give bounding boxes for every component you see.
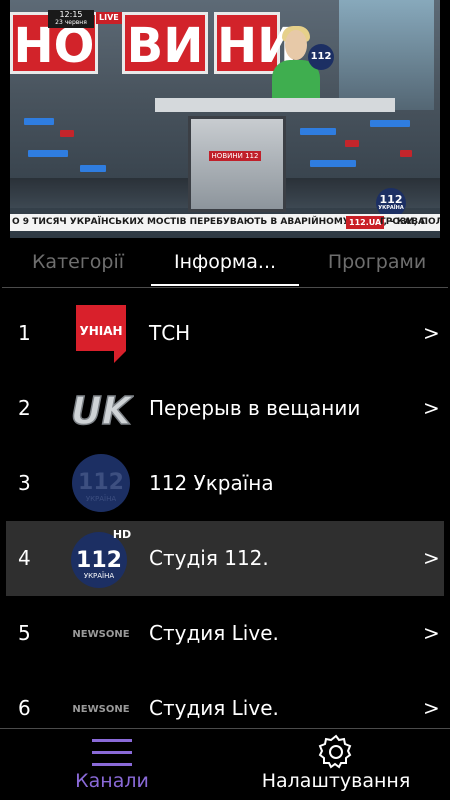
logo-number: 112 bbox=[78, 470, 124, 495]
uk-logo: UK bbox=[68, 376, 134, 440]
channel-list: 1 УНІАН ТСН > 2 UK Перерыв в вещании > 3… bbox=[0, 296, 450, 726]
tab-information[interactable]: Інформа... bbox=[151, 238, 299, 286]
newsone-logo-text: NEWSONE bbox=[72, 629, 129, 640]
unian-logo-text: УНІАН bbox=[79, 324, 122, 338]
channel-name: Студія 112. bbox=[149, 546, 269, 570]
category-tabs: Категорії Інформа... Програми bbox=[0, 238, 450, 288]
clock-date: 23 червня bbox=[55, 19, 87, 26]
chevron-right-icon[interactable]: > bbox=[423, 296, 440, 371]
gear-icon bbox=[316, 733, 356, 771]
ticker-source: 112.UA bbox=[346, 216, 385, 229]
led-light bbox=[400, 150, 412, 157]
led-light bbox=[60, 130, 74, 137]
channel-number: 6 bbox=[18, 696, 31, 720]
channel-number: 1 bbox=[18, 321, 31, 345]
tab-programs[interactable]: Програми bbox=[312, 238, 442, 286]
news-ticker: О 9 ТИСЯЧ УКРАЇНСЬКИХ МОСТІВ ПЕРЕБУВАЮТЬ… bbox=[10, 214, 440, 231]
112-ukraina-logo: 112 УКРАЇНА bbox=[68, 451, 134, 515]
wall-sign-segment: ВИ bbox=[122, 12, 208, 74]
channel-number: 4 bbox=[18, 546, 31, 570]
led-light bbox=[370, 120, 410, 127]
logo-sub: УКРАЇНА bbox=[84, 571, 115, 580]
active-tab-indicator bbox=[151, 284, 299, 286]
channel-name: Студия Live. bbox=[149, 621, 279, 645]
hamburger-menu-icon bbox=[92, 738, 132, 768]
channel-name: ТСН bbox=[149, 321, 191, 345]
channel-number: 5 bbox=[18, 621, 31, 645]
channel-number: 2 bbox=[18, 396, 31, 420]
broadcast-clock: 12:15 23 червня bbox=[48, 10, 94, 28]
tab-categories[interactable]: Категорії bbox=[18, 238, 138, 286]
studio-112-logo: 112 bbox=[308, 44, 334, 70]
logo-number: 112 bbox=[76, 548, 122, 573]
nav-settings-label: Налаштування bbox=[261, 770, 411, 792]
channel-name: Перерыв в вещании bbox=[149, 396, 361, 420]
corner-logo-sub: УКРАЇНА bbox=[378, 205, 404, 211]
led-light bbox=[300, 128, 336, 135]
112-hd-logo: 112 УКРАЇНА HD bbox=[68, 526, 134, 590]
channel-row[interactable]: 2 UK Перерыв в вещании > bbox=[6, 371, 444, 446]
chevron-right-icon[interactable]: > bbox=[423, 371, 440, 446]
chevron-right-icon[interactable]: > bbox=[423, 671, 440, 746]
channel-row-selected[interactable]: 4 112 УКРАЇНА HD Студія 112. > bbox=[6, 521, 444, 596]
desk-screen: НОВИНИ 112 bbox=[188, 116, 286, 212]
nav-channels-label: Канали bbox=[75, 770, 149, 792]
tabs-divider bbox=[2, 287, 448, 288]
led-light bbox=[28, 150, 68, 157]
channel-row[interactable]: 3 112 УКРАЇНА 112 Україна bbox=[6, 446, 444, 521]
channel-number: 3 bbox=[18, 471, 31, 495]
led-light bbox=[24, 118, 54, 125]
ticker-next: ГРОЗИ, ПОЛ bbox=[380, 217, 440, 227]
unian-logo: УНІАН bbox=[68, 301, 134, 365]
news-desk bbox=[155, 98, 395, 112]
live-badge: LIVE bbox=[96, 12, 122, 24]
studio-monitors bbox=[339, 0, 434, 110]
newsone-logo-text: NEWSONE bbox=[72, 704, 129, 715]
news-anchor-head bbox=[285, 30, 307, 60]
led-light bbox=[80, 165, 106, 172]
desk-screen-logo: НОВИНИ 112 bbox=[209, 151, 261, 161]
chevron-right-icon[interactable]: > bbox=[423, 521, 440, 596]
uk-logo-text: UK bbox=[71, 389, 134, 433]
bottom-nav-divider bbox=[0, 728, 450, 729]
channel-row[interactable]: 5 NEWSONE Студия Live. > bbox=[6, 596, 444, 671]
nav-channels[interactable]: Канали bbox=[32, 730, 192, 800]
newsone-logo: NEWSONE bbox=[68, 601, 134, 665]
nav-settings[interactable]: Налаштування bbox=[256, 730, 416, 800]
wall-sign-segment: НИ bbox=[214, 12, 297, 74]
logo-hd: HD bbox=[113, 528, 131, 541]
channel-name: 112 Україна bbox=[149, 471, 274, 495]
logo-sub: УКРАЇНА bbox=[86, 494, 117, 503]
clock-time: 12:15 bbox=[59, 10, 83, 19]
channel-row[interactable]: 1 УНІАН ТСН > bbox=[6, 296, 444, 371]
led-light bbox=[345, 140, 359, 147]
video-player[interactable]: НО ВИ НИ 112 НОВИНИ 112 12:15 23 червня … bbox=[10, 0, 440, 238]
led-light bbox=[310, 160, 356, 167]
chevron-right-icon[interactable]: > bbox=[423, 596, 440, 671]
